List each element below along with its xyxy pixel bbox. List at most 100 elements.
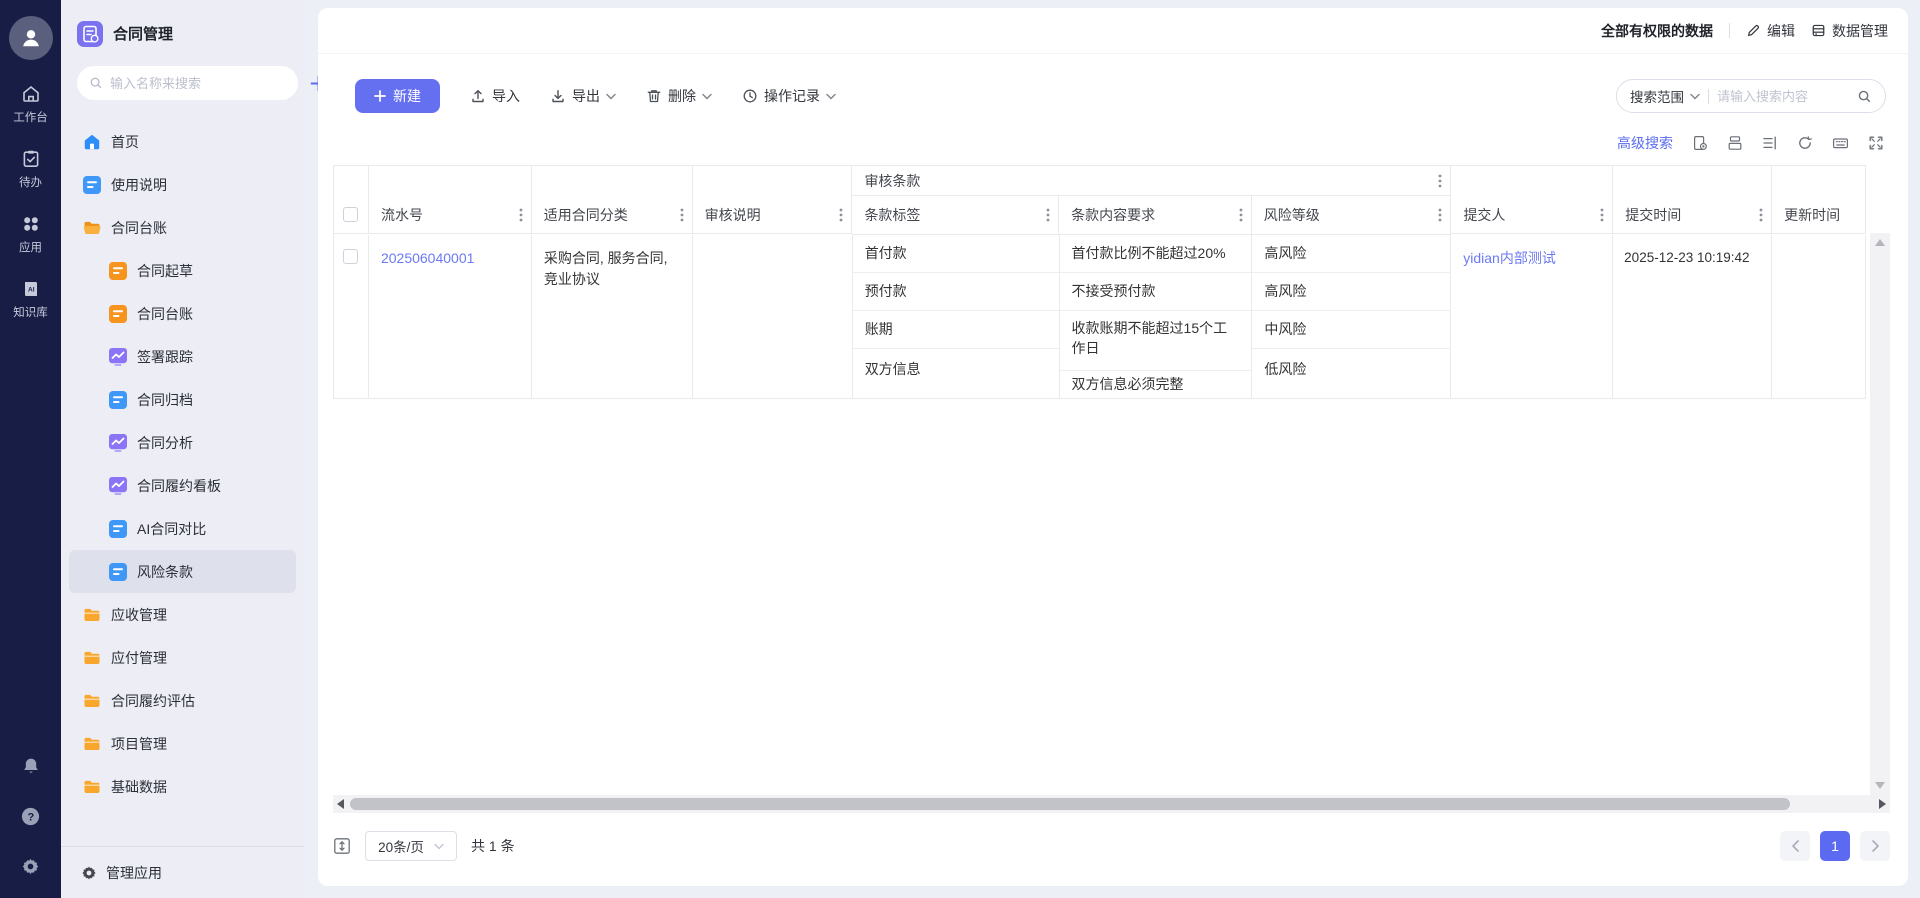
card-view-icon[interactable] bbox=[1727, 135, 1743, 151]
kebab-menu-icon[interactable] bbox=[1759, 207, 1763, 223]
sidebar-search[interactable] bbox=[77, 66, 298, 100]
sidebar-item-home[interactable]: 首页 bbox=[69, 120, 296, 163]
ai-book-icon: AI bbox=[21, 279, 41, 299]
import-button[interactable]: 导入 bbox=[470, 86, 520, 106]
rail-item-todo[interactable]: 待办 bbox=[0, 149, 61, 190]
submitter-cell: yidian内部测试 bbox=[1451, 235, 1614, 398]
sidebar-item-ai-contract-compare[interactable]: AI合同对比 bbox=[69, 507, 296, 550]
clause-tag: 首付款 bbox=[852, 235, 1059, 273]
gear-icon bbox=[81, 865, 97, 881]
rail-bottom: ? bbox=[20, 756, 41, 876]
data-scope-label[interactable]: 全部有权限的数据 bbox=[1601, 21, 1713, 41]
next-page-button[interactable] bbox=[1860, 831, 1890, 861]
user-avatar[interactable] bbox=[8, 16, 53, 60]
rail-item-knowledge[interactable]: AI 知识库 bbox=[0, 279, 61, 320]
data-manage-button[interactable]: 数据管理 bbox=[1811, 21, 1888, 41]
header-cell-serial: 流水号 bbox=[368, 166, 532, 234]
risk-level: 高风险 bbox=[1252, 235, 1451, 273]
operation-log-button[interactable]: 操作记录 bbox=[742, 86, 836, 106]
sidebar-item-contract-ledger-group[interactable]: 合同台账 bbox=[69, 206, 296, 249]
submitter-link[interactable]: yidian内部测试 bbox=[1463, 250, 1556, 266]
sidebar-item-payables[interactable]: 应付管理 bbox=[69, 636, 296, 679]
prev-page-button[interactable] bbox=[1780, 831, 1810, 861]
table-search-input[interactable] bbox=[1717, 88, 1849, 104]
kebab-menu-icon[interactable] bbox=[1438, 207, 1442, 223]
header-cell-update-time: 更新时间 bbox=[1772, 166, 1866, 234]
sidebar-item-contract-ledger[interactable]: 合同台账 bbox=[69, 292, 296, 335]
kebab-menu-icon[interactable] bbox=[1239, 207, 1243, 223]
keyboard-icon[interactable] bbox=[1832, 135, 1849, 151]
clause-requirement: 首付款比例不能超过20% bbox=[1059, 235, 1252, 273]
sidebar-item-contract-draft[interactable]: 合同起草 bbox=[69, 249, 296, 292]
pencil-icon bbox=[1746, 23, 1761, 38]
help-icon[interactable]: ? bbox=[20, 806, 41, 827]
fullscreen-icon[interactable] bbox=[1868, 135, 1884, 151]
edit-button[interactable]: 编辑 bbox=[1746, 21, 1795, 41]
serial-cell: 202506040001 bbox=[369, 235, 532, 398]
sidebar-item-receivables[interactable]: 应收管理 bbox=[69, 593, 296, 636]
clause-requirement-column: 首付款比例不能超过20% 不接受预付款 收款账期不能超过15个工作日 双方信息必… bbox=[1059, 235, 1253, 398]
chevron-down-icon bbox=[606, 93, 616, 100]
sidebar-item-contract-analysis[interactable]: 合同分析 bbox=[69, 421, 296, 464]
sidebar-item-base-data[interactable]: 基础数据 bbox=[69, 765, 296, 808]
sidebar-search-input[interactable] bbox=[110, 75, 286, 91]
submit-time-cell: 2025-12-23 10:19:42 bbox=[1613, 235, 1773, 398]
refresh-icon[interactable] bbox=[1797, 135, 1813, 151]
clause-tag: 预付款 bbox=[852, 273, 1059, 311]
sidebar-item-project-mgmt[interactable]: 项目管理 bbox=[69, 722, 296, 765]
advanced-search-link[interactable]: 高级搜索 bbox=[1617, 133, 1673, 153]
rail-item-apps[interactable]: 应用 bbox=[0, 214, 61, 255]
rail-item-workbench[interactable]: 工作台 bbox=[0, 84, 61, 125]
sidebar-item-risk-clauses[interactable]: 风险条款 bbox=[69, 550, 296, 593]
scrollbar-thumb[interactable] bbox=[350, 798, 1790, 810]
header-group-review-clauses: 审核条款 条款标签 条款内容要求 风险等级 bbox=[852, 166, 1452, 235]
note-cell bbox=[693, 235, 853, 398]
risk-level: 低风险 bbox=[1264, 361, 1307, 377]
risk-level: 高风险 bbox=[1252, 273, 1451, 311]
search-scope-dropdown[interactable]: 搜索范围 bbox=[1630, 86, 1700, 106]
sidebar-search-row bbox=[61, 58, 327, 108]
row-height-icon[interactable] bbox=[333, 837, 351, 855]
new-button[interactable]: 新建 bbox=[355, 79, 440, 113]
sidebar-item-sign-tracking[interactable]: 签署跟踪 bbox=[69, 335, 296, 378]
document-icon bbox=[83, 175, 101, 194]
risk-level: 中风险 bbox=[1252, 311, 1451, 349]
sidebar-menu: 首页 使用说明 合同台账 合同起草 合同台账 签署跟踪 合同归档 合同分析 合同… bbox=[61, 108, 304, 846]
page-1-button[interactable]: 1 bbox=[1820, 831, 1850, 861]
folder-icon bbox=[83, 692, 101, 710]
kebab-menu-icon[interactable] bbox=[1600, 207, 1604, 223]
row-checkbox[interactable] bbox=[343, 249, 359, 264]
vertical-scrollbar[interactable] bbox=[1870, 233, 1890, 795]
manage-app-button[interactable]: 管理应用 bbox=[61, 846, 304, 898]
export-view-icon[interactable] bbox=[1692, 135, 1708, 151]
table-search: 搜索范围 bbox=[1616, 79, 1886, 113]
total-count-label: 共 1 条 bbox=[471, 838, 515, 854]
sidebar-item-performance-board[interactable]: 合同履约看板 bbox=[69, 464, 296, 507]
settings-gear-icon[interactable] bbox=[21, 857, 40, 876]
sidebar-item-performance-eval[interactable]: 合同履约评估 bbox=[69, 679, 296, 722]
scroll-left-arrow[interactable] bbox=[337, 799, 344, 809]
upload-icon bbox=[470, 88, 486, 104]
chevron-down-icon bbox=[1690, 93, 1700, 100]
kebab-menu-icon[interactable] bbox=[839, 207, 843, 223]
kebab-menu-icon[interactable] bbox=[1046, 207, 1050, 223]
column-settings-icon[interactable] bbox=[1762, 135, 1778, 151]
app-root: 工作台 待办 应用 AI 知识库 ? 合同管理 输入名称来搜索 首页 使用说明 … bbox=[0, 0, 1920, 898]
export-button[interactable]: 导出 bbox=[550, 86, 616, 106]
kebab-menu-icon[interactable] bbox=[1438, 173, 1442, 189]
notification-bell-icon[interactable] bbox=[21, 756, 41, 776]
scroll-up-arrow[interactable] bbox=[1875, 239, 1885, 246]
kebab-menu-icon[interactable] bbox=[680, 207, 684, 223]
scroll-right-arrow[interactable] bbox=[1879, 799, 1886, 809]
serial-link[interactable]: 202506040001 bbox=[381, 250, 474, 266]
sidebar-item-contract-archive[interactable]: 合同归档 bbox=[69, 378, 296, 421]
horizontal-scrollbar[interactable] bbox=[333, 795, 1890, 813]
delete-button[interactable]: 删除 bbox=[646, 86, 712, 106]
kebab-menu-icon[interactable] bbox=[519, 207, 523, 223]
page-size-select[interactable]: 20条/页 bbox=[365, 831, 457, 861]
select-all-checkbox[interactable] bbox=[343, 207, 359, 222]
scroll-down-arrow[interactable] bbox=[1875, 782, 1885, 789]
document-icon bbox=[109, 519, 127, 538]
search-icon[interactable] bbox=[1857, 89, 1872, 104]
sidebar-item-usage-guide[interactable]: 使用说明 bbox=[69, 163, 296, 206]
